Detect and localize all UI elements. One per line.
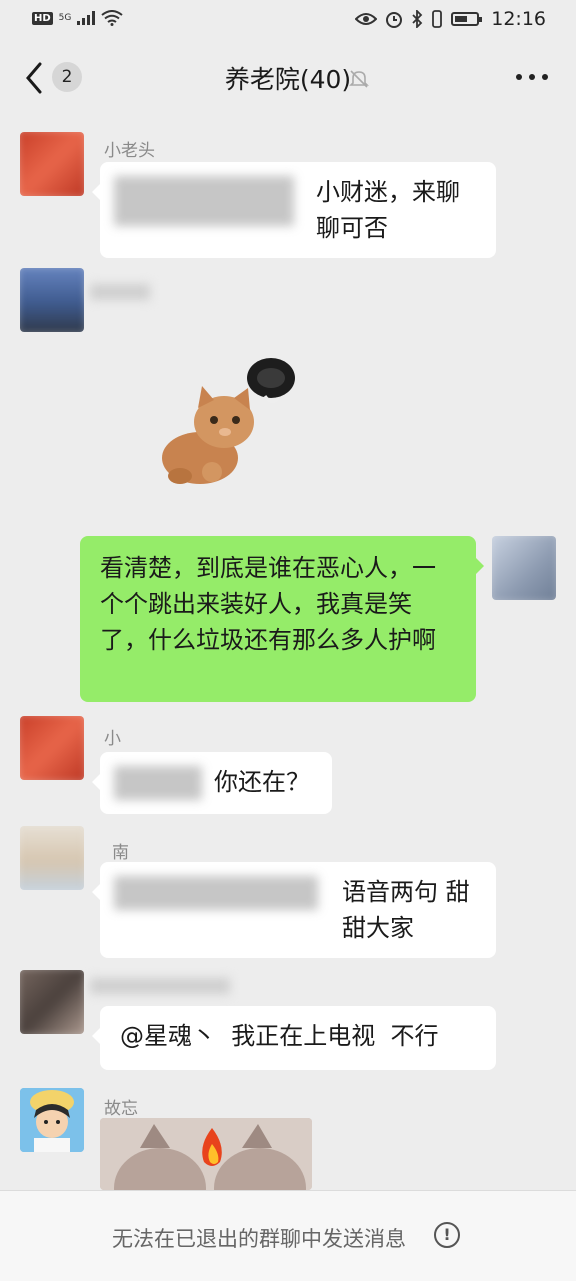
avatar[interactable]	[20, 826, 84, 890]
cat-sticker[interactable]	[150, 340, 310, 500]
chat-header: 2 养老院(40)	[0, 40, 576, 116]
vibrate-icon	[432, 10, 443, 28]
message-text: 看清楚，到底是谁在恶心人，一个个跳出来装好人，我真是笑了，什么垃圾还有那么多人护…	[100, 554, 436, 654]
input-disabled-bar: 无法在已退出的群聊中发送消息 !	[0, 1190, 576, 1281]
avatar[interactable]	[20, 1088, 84, 1152]
signal-bars-icon	[77, 11, 96, 25]
alarm-icon	[386, 12, 403, 28]
sender-name: 小	[104, 729, 121, 749]
exclamation-circle-icon[interactable]: !	[434, 1222, 460, 1248]
mute-bell-icon	[349, 70, 369, 88]
sender-name-redacted	[90, 978, 230, 994]
message-bubble[interactable]: @星魂丶 我正在上电视 不行	[92, 1006, 496, 1070]
message-bubble[interactable]: 小财迷，来聊聊可否	[92, 162, 496, 258]
clock: 12:16	[491, 8, 546, 30]
sender-name: 故忘	[104, 1099, 138, 1119]
message-bubble[interactable]: 语音两句 甜甜大家	[92, 862, 496, 958]
wifi-icon	[101, 10, 123, 26]
my-message-bubble[interactable]: 看清楚，到底是谁在恶心人，一个个跳出来装好人，我真是笑了，什么垃圾还有那么多人护…	[80, 536, 484, 702]
status-bar: HD 5G 12:16	[0, 0, 576, 40]
sender-name: 小老头	[104, 141, 155, 161]
battery-icon	[451, 12, 483, 26]
avatar[interactable]	[20, 716, 84, 780]
avatar[interactable]	[20, 132, 84, 196]
message-text: @星魂丶 我正在上电视 不行	[120, 1022, 439, 1050]
unread-count-badge[interactable]: 2	[52, 62, 82, 92]
sender-name: 南	[112, 843, 129, 863]
hd-indicator: HD	[32, 11, 53, 25]
my-avatar[interactable]	[492, 536, 556, 600]
eye-icon	[355, 13, 378, 25]
more-options-button[interactable]	[516, 74, 548, 80]
avatar[interactable]	[20, 268, 84, 332]
message-bubble[interactable]: 你还在？	[92, 752, 332, 814]
image-message[interactable]	[100, 1118, 312, 1190]
chat-title: 养老院(40)	[224, 65, 352, 94]
disabled-notice: 无法在已退出的群聊中发送消息	[112, 1227, 406, 1251]
signal-label: 5G	[58, 13, 72, 23]
avatar[interactable]	[20, 970, 84, 1034]
sender-name-redacted	[90, 284, 150, 300]
bluetooth-icon	[412, 10, 423, 28]
